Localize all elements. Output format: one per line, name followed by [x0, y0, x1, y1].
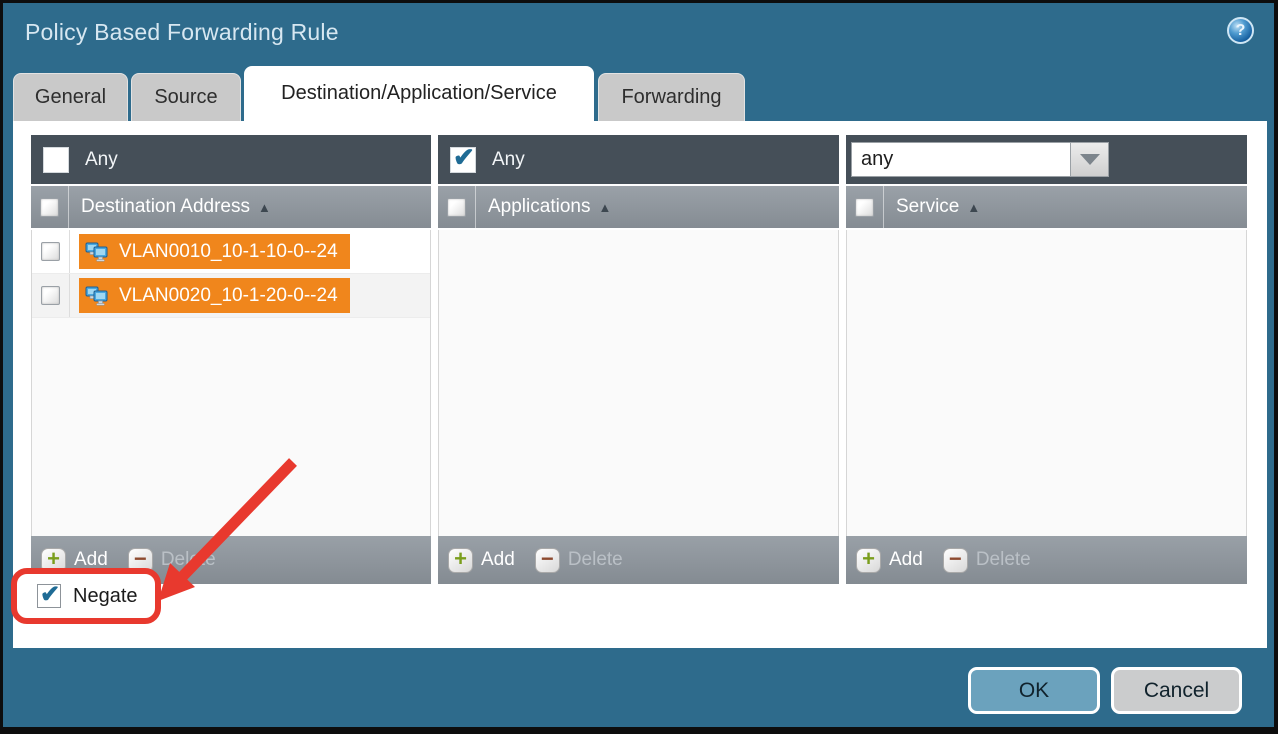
dropdown-button[interactable] [1071, 142, 1109, 177]
destination-any-bar: Any [31, 135, 431, 186]
tab-forwarding[interactable]: Forwarding [598, 73, 745, 121]
destination-address-panel: Any Destination Address ▲ [31, 135, 431, 584]
tab-bar: General Source Destination/Application/S… [3, 3, 1274, 121]
destination-address-column-header[interactable]: Destination Address [81, 196, 250, 218]
network-group-icon [85, 240, 111, 264]
add-label: Add [889, 549, 923, 571]
delete-label: Delete [976, 549, 1031, 571]
add-icon: + [448, 548, 473, 573]
service-panel: any Service ▲ + [846, 135, 1247, 584]
sort-asc-icon: ▲ [967, 200, 980, 215]
applications-select-all-checkbox[interactable] [447, 198, 466, 217]
applications-any-label: Any [492, 149, 525, 171]
applications-toolbar: + Add − Delete [438, 536, 839, 584]
destination-select-all-checkbox[interactable] [40, 198, 59, 217]
negate-label: Negate [73, 585, 138, 608]
delete-button[interactable]: − Delete [535, 548, 623, 573]
delete-label: Delete [568, 549, 623, 571]
address-object-chip[interactable]: VLAN0010_10-1-10-0--24 [79, 234, 350, 269]
ok-button[interactable]: OK [968, 667, 1100, 714]
service-any-bar: any [846, 135, 1247, 186]
service-column-header[interactable]: Service [896, 196, 959, 218]
delete-icon: − [943, 548, 968, 573]
delete-button[interactable]: − Delete [943, 548, 1031, 573]
sort-asc-icon: ▲ [598, 200, 611, 215]
header-checkbox-cell [438, 186, 476, 228]
applications-header-row: Applications ▲ [438, 186, 839, 230]
applications-column-header[interactable]: Applications [488, 196, 590, 218]
add-icon: + [856, 548, 881, 573]
service-list [846, 230, 1247, 536]
row-checkbox-cell [32, 274, 70, 317]
add-button[interactable]: + Add [448, 548, 515, 573]
tab-content: Any Destination Address ▲ [13, 121, 1267, 648]
address-object-name: VLAN0020_10-1-20-0--24 [119, 285, 338, 307]
screen: Policy Based Forwarding Rule ? General S… [0, 0, 1278, 734]
tab-destination-application-service[interactable]: Destination/Application/Service [244, 66, 594, 121]
row-checkbox[interactable] [41, 286, 60, 305]
add-button[interactable]: + Add [856, 548, 923, 573]
negate-checkbox[interactable] [37, 584, 61, 608]
header-checkbox-cell [846, 186, 884, 228]
applications-any-checkbox[interactable] [450, 147, 476, 173]
delete-label: Delete [161, 549, 216, 571]
service-type-value: any [851, 142, 1071, 177]
address-object-chip[interactable]: VLAN0020_10-1-20-0--24 [79, 278, 350, 313]
negate-annotation-highlight: Negate [11, 568, 161, 624]
tab-general[interactable]: General [13, 73, 128, 121]
address-object-name: VLAN0010_10-1-10-0--24 [119, 241, 338, 263]
applications-list [438, 230, 839, 536]
applications-any-bar: Any [438, 135, 839, 186]
pbf-rule-dialog: Policy Based Forwarding Rule ? General S… [3, 3, 1274, 727]
header-checkbox-cell [31, 186, 69, 228]
tab-source[interactable]: Source [131, 73, 241, 121]
applications-panel: Any Applications ▲ + Add − [438, 135, 839, 584]
service-type-dropdown[interactable]: any [851, 142, 1109, 177]
network-group-icon [85, 284, 111, 308]
chevron-down-icon [1080, 154, 1100, 165]
table-row[interactable]: VLAN0020_10-1-20-0--24 [32, 274, 430, 318]
sort-asc-icon: ▲ [258, 200, 271, 215]
add-label: Add [481, 549, 515, 571]
service-header-row: Service ▲ [846, 186, 1247, 230]
destination-address-header-row: Destination Address ▲ [31, 186, 431, 230]
row-checkbox-cell [32, 230, 70, 273]
destination-any-checkbox[interactable] [43, 147, 69, 173]
service-toolbar: + Add − Delete [846, 536, 1247, 584]
destination-any-label: Any [85, 149, 118, 171]
table-row[interactable]: VLAN0010_10-1-10-0--24 [32, 230, 430, 274]
destination-address-list: VLAN0010_10-1-10-0--24 [31, 230, 431, 536]
delete-icon: − [535, 548, 560, 573]
row-checkbox[interactable] [41, 242, 60, 261]
cancel-button[interactable]: Cancel [1111, 667, 1242, 714]
service-select-all-checkbox[interactable] [855, 198, 874, 217]
